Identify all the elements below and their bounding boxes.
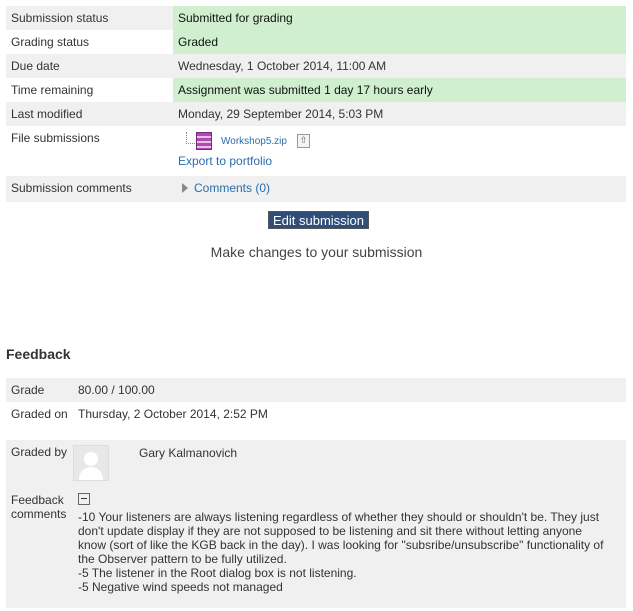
comment-line: know (sort of like the KGB back in the d… bbox=[78, 538, 604, 552]
graded-by-label: Graded by bbox=[6, 440, 73, 488]
grade-row: Grade 80.00 / 100.00 bbox=[6, 378, 626, 402]
due-date-row: Due date Wednesday, 1 October 2014, 11:0… bbox=[6, 54, 626, 78]
last-modified-row: Last modified Monday, 29 September 2014,… bbox=[6, 102, 626, 126]
export-to-portfolio-link[interactable]: Export to portfolio bbox=[178, 154, 272, 168]
due-date-value: Wednesday, 1 October 2014, 11:00 AM bbox=[173, 54, 626, 78]
feedback-comments-label: Feedback comments bbox=[6, 488, 73, 608]
row-label: File submissions bbox=[6, 126, 173, 176]
graded-on-value: Thursday, 2 October 2014, 2:52 PM bbox=[73, 402, 626, 440]
grading-status-value: Graded bbox=[173, 30, 626, 54]
feedback-comments-row: Feedback comments -10 Your listeners are… bbox=[6, 488, 626, 608]
time-remaining-row: Time remaining Assignment was submitted … bbox=[6, 78, 626, 102]
file-link[interactable]: Workshop5.zip bbox=[221, 136, 287, 147]
last-modified-value: Monday, 29 September 2014, 5:03 PM bbox=[173, 102, 626, 126]
avatar bbox=[73, 445, 109, 481]
collapse-icon[interactable] bbox=[78, 493, 90, 505]
grade-label: Grade bbox=[6, 378, 73, 402]
edit-help-text: Make changes to your submission bbox=[210, 244, 423, 260]
row-label: Due date bbox=[6, 54, 173, 78]
graded-by-row: Graded by Gary Kalmanovich bbox=[6, 440, 626, 488]
comment-line: -10 Your listeners are always listening … bbox=[78, 510, 600, 524]
row-label: Last modified bbox=[6, 102, 173, 126]
file-tree: Workshop5.zip ⇧ Export to portfolio bbox=[178, 130, 621, 176]
row-label: Submission status bbox=[6, 6, 173, 30]
row-label: Submission comments bbox=[6, 176, 173, 202]
graded-on-row: Graded on Thursday, 2 October 2014, 2:52… bbox=[6, 402, 626, 440]
grader-name: Gary Kalmanovich bbox=[139, 446, 238, 460]
comment-line: don't update display if they are not sup… bbox=[78, 524, 582, 538]
grade-value: 80.00 / 100.00 bbox=[73, 378, 626, 402]
feedback-heading: Feedback bbox=[6, 346, 71, 362]
row-label: Grading status bbox=[6, 30, 173, 54]
grading-status-row: Grading status Graded bbox=[6, 30, 626, 54]
submission-status-value: Submitted for grading bbox=[173, 6, 626, 30]
time-remaining-value: Assignment was submitted 1 day 17 hours … bbox=[173, 78, 626, 102]
expand-triangle-icon[interactable] bbox=[182, 183, 188, 193]
comment-line: -5 The listener in the Root dialog box i… bbox=[78, 566, 357, 580]
graded-on-label: Graded on bbox=[6, 402, 73, 440]
edit-submission-button[interactable]: Edit submission bbox=[268, 211, 369, 229]
comments-link[interactable]: Comments (0) bbox=[194, 181, 270, 195]
comment-line: the Observer pattern to be fully utilize… bbox=[78, 552, 287, 566]
zip-file-icon bbox=[196, 132, 212, 150]
file-submissions-row: File submissions Workshop5.zip ⇧ Export … bbox=[6, 126, 626, 176]
row-label: Time remaining bbox=[6, 78, 173, 102]
submission-status-row: Submission status Submitted for grading bbox=[6, 6, 626, 30]
submission-status-table: Submission status Submitted for grading … bbox=[6, 6, 626, 202]
feedback-table: Grade 80.00 / 100.00 Graded on Thursday,… bbox=[6, 378, 626, 608]
portfolio-export-icon[interactable]: ⇧ bbox=[297, 134, 310, 148]
comment-line: -5 Negative wind speeds not managed bbox=[78, 580, 283, 594]
submission-comments-row: Submission comments Comments (0) bbox=[6, 176, 626, 202]
